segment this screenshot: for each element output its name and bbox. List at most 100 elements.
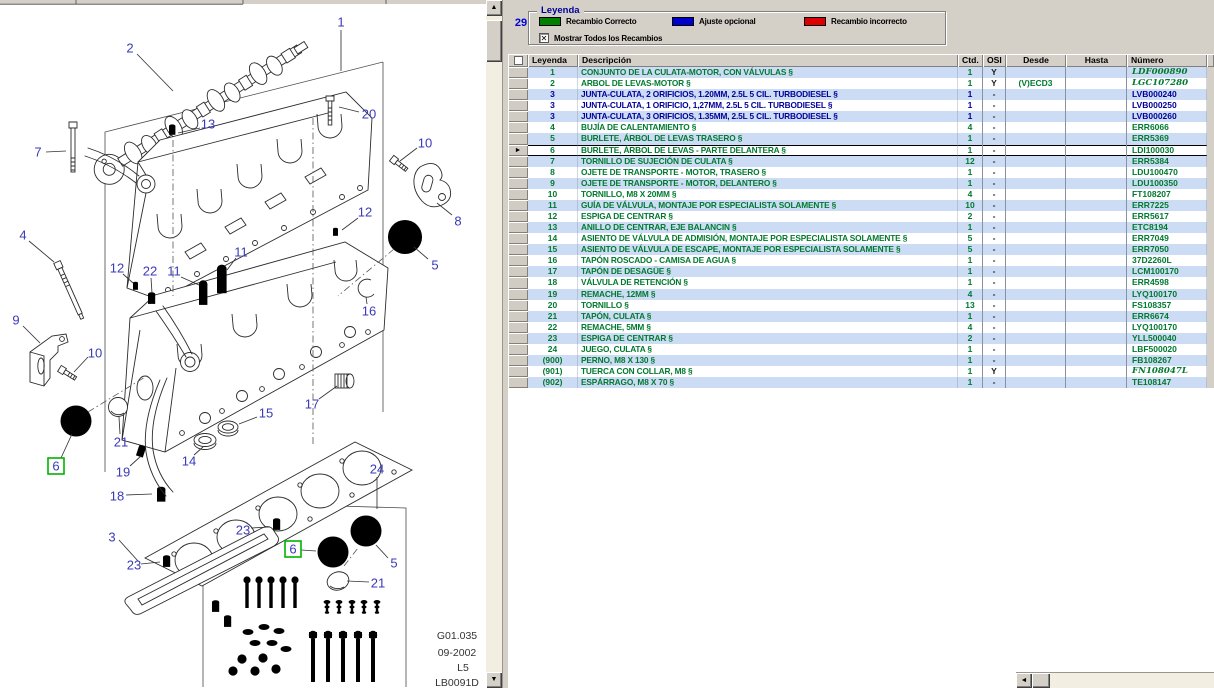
table-row[interactable]: 24JUEGO, CULATA §1-LBF500020 — [508, 344, 1214, 355]
row-selector-cell[interactable] — [508, 311, 528, 322]
table-row[interactable]: 22REMACHE, 5MM §4-LYQ100170 — [508, 322, 1214, 333]
table-horizontal-scrollbar[interactable]: ◄ — [1016, 672, 1214, 688]
table-row[interactable]: 8OJETE DE TRANSPORTE - MOTOR, TRASERO §1… — [508, 167, 1214, 178]
diagram-callout[interactable]: 10 — [418, 136, 432, 151]
table-row[interactable]: 14ASIENTO DE VÁLVULA DE ADMISIÓN, MONTAJ… — [508, 233, 1214, 244]
horizontal-scroll-thumb[interactable] — [1032, 673, 1050, 688]
diagram-callout[interactable]: 9 — [12, 313, 19, 328]
row-selector-cell[interactable] — [508, 122, 528, 133]
row-selector-cell[interactable] — [508, 167, 528, 178]
row-selector-cell[interactable] — [508, 300, 528, 311]
vertical-scroll-thumb[interactable] — [486, 20, 502, 62]
diagram-callout[interactable]: 4 — [19, 228, 26, 243]
table-row[interactable]: 11GUÍA DE VÁLVULA, MONTAJE POR ESPECIALI… — [508, 200, 1214, 211]
table-row[interactable]: 9OJETE DE TRANSPORTE - MOTOR, DELANTERO … — [508, 178, 1214, 189]
row-selector-cell[interactable] — [508, 355, 528, 366]
diagram-callout[interactable]: 18 — [110, 489, 124, 504]
diagram-callout[interactable]: 7 — [34, 145, 41, 160]
table-row[interactable]: 16TAPÓN ROSCADO - CAMISA DE AGUA §1-37D2… — [508, 255, 1214, 266]
scroll-left-button[interactable]: ◄ — [1016, 673, 1032, 688]
table-row[interactable]: 10TORNILLO, M8 X 20MM §4-FT108207 — [508, 189, 1214, 200]
table-row[interactable]: 2ARBOL DE LEVAS-MOTOR §1Y(V)ECD3LGC10728… — [508, 78, 1214, 89]
exploded-view-diagram[interactable]: 1220137108125412221111169102161918141517… — [0, 0, 486, 688]
table-row[interactable]: 15ASIENTO DE VÁLVULA DE ESCAPE, MONTAJE … — [508, 244, 1214, 255]
row-selector-cell[interactable] — [508, 333, 528, 344]
row-selector-cell[interactable] — [508, 289, 528, 300]
table-row[interactable]: (900)PERNO, M8 X 130 §1-FB108267 — [508, 355, 1214, 366]
row-selector-cell[interactable] — [508, 322, 528, 333]
diagram-callout[interactable]: 12 — [110, 261, 124, 276]
row-selector-cell[interactable] — [508, 178, 528, 189]
diagram-callout[interactable]: 10 — [88, 346, 102, 361]
table-row[interactable]: 23ESPIGA DE CENTRAR §2-YLL500040 — [508, 333, 1214, 344]
diagram-callout[interactable]: 13 — [201, 117, 215, 132]
table-row[interactable]: 5BURLETE, ÁRBOL DE LEVAS TRASERO §1-ERR5… — [508, 133, 1214, 144]
table-row[interactable]: 1CONJUNTO DE LA CULATA-MOTOR, CON VÁLVUL… — [508, 67, 1214, 78]
table-row-selected[interactable]: ►6BURLETE, ÁRBOL DE LEVAS - PARTE DELANT… — [508, 145, 1214, 156]
table-row[interactable]: 20TORNILLO §13-FS108357 — [508, 300, 1214, 311]
diagram-callout[interactable]: 20 — [362, 107, 376, 122]
diagram-callout[interactable]: 5 — [431, 258, 438, 273]
row-selector-cell[interactable] — [508, 244, 528, 255]
row-selector-cell[interactable] — [508, 233, 528, 244]
diagram-callout[interactable]: 23 — [127, 558, 141, 573]
row-selector-cell[interactable] — [508, 377, 528, 388]
row-selector-cell[interactable] — [508, 89, 528, 100]
diagram-callout[interactable]: 8 — [454, 214, 461, 229]
row-selector-cell[interactable] — [508, 344, 528, 355]
row-selector-cell[interactable] — [508, 111, 528, 122]
diagram-callout[interactable]: 24 — [370, 462, 384, 477]
diagram-callout[interactable]: 21 — [371, 576, 385, 591]
diagram-callout-highlighted[interactable]: 6 — [289, 542, 296, 557]
diagram-callout-highlighted[interactable]: 6 — [52, 459, 59, 474]
table-row[interactable]: 3JUNTA-CULATA, 2 ORIFICIOS, 1.20MM, 2.5L… — [508, 89, 1214, 100]
diagram-callout[interactable]: 11 — [167, 264, 181, 279]
diagram-callout[interactable]: 21 — [114, 435, 128, 450]
row-selector-cell[interactable] — [508, 189, 528, 200]
row-selector-cell[interactable] — [508, 133, 528, 144]
row-selector-cell[interactable] — [508, 266, 528, 277]
diagram-callout[interactable]: 23 — [236, 523, 250, 538]
table-row[interactable]: 17TAPÓN DE DESAGÜE §1-LCM100170 — [508, 266, 1214, 277]
row-selector-cell[interactable] — [508, 366, 528, 377]
select-all-header[interactable] — [508, 54, 528, 67]
row-selector-cell[interactable] — [508, 277, 528, 288]
diagram-callout[interactable]: 22 — [143, 264, 157, 279]
table-row[interactable]: 21TAPÓN, CULATA §1-ERR6674 — [508, 311, 1214, 322]
diagram-callout[interactable]: 5 — [390, 556, 397, 571]
table-row[interactable]: 3JUNTA-CULATA, 1 ORIFICIO, 1,27MM, 2.5L … — [508, 100, 1214, 111]
diagram-callout[interactable]: 19 — [116, 465, 130, 480]
row-selector-cell[interactable] — [508, 255, 528, 266]
checkbox-icon[interactable]: ✕ — [539, 33, 549, 43]
row-selector-cell[interactable]: ► — [508, 145, 528, 156]
diagram-callout[interactable]: 2 — [126, 41, 133, 56]
row-selector-cell[interactable] — [508, 156, 528, 167]
table-row[interactable]: (902)ESPÁRRAGO, M8 X 70 §1-TE108147 — [508, 377, 1214, 388]
diagram-callout[interactable]: 17 — [305, 397, 319, 412]
table-row[interactable]: 18VÁLVULA DE RETENCIÓN §1-ERR4598 — [508, 277, 1214, 288]
select-all-checkbox-icon[interactable] — [514, 56, 523, 65]
diagram-callout[interactable]: 15 — [259, 406, 273, 421]
row-selector-cell[interactable] — [508, 78, 528, 89]
table-row[interactable]: 12ESPIGA DE CENTRAR §2-ERR5617 — [508, 211, 1214, 222]
diagram-callout[interactable]: 16 — [362, 304, 376, 319]
diagram-vertical-scrollbar[interactable]: ▲ ▼ — [486, 0, 502, 688]
diagram-callout[interactable]: 14 — [182, 454, 196, 469]
diagram-panel[interactable]: 1220137108125412221111169102161918141517… — [0, 0, 486, 688]
table-row[interactable]: (901)TUERCA CON COLLAR, M8 §1YFN108047L — [508, 366, 1214, 377]
diagram-callout[interactable]: 1 — [337, 15, 344, 30]
row-selector-cell[interactable] — [508, 67, 528, 78]
table-row[interactable]: 13ANILLO DE CENTRAR, EJE BALANCIN §1-ETC… — [508, 222, 1214, 233]
show-all-parts-checkbox[interactable]: ✕ Mostrar Todos los Recambios — [539, 33, 662, 43]
diagram-callout[interactable]: 3 — [108, 530, 115, 545]
row-selector-cell[interactable] — [508, 100, 528, 111]
table-row[interactable]: 3JUNTA-CULATA, 3 ORIFICIOS, 1.35MM, 2.5L… — [508, 111, 1214, 122]
row-selector-cell[interactable] — [508, 211, 528, 222]
table-row[interactable]: 7TORNILLO DE SUJECIÓN DE CULATA §12-ERR5… — [508, 156, 1214, 167]
row-selector-cell[interactable] — [508, 222, 528, 233]
scroll-down-button[interactable]: ▼ — [486, 672, 502, 688]
diagram-callout[interactable]: 12 — [358, 205, 372, 220]
scroll-up-button[interactable]: ▲ — [486, 0, 502, 16]
diagram-callout[interactable]: 11 — [234, 245, 248, 260]
table-row[interactable]: 19REMACHE, 12MM §4-LYQ100170 — [508, 289, 1214, 300]
